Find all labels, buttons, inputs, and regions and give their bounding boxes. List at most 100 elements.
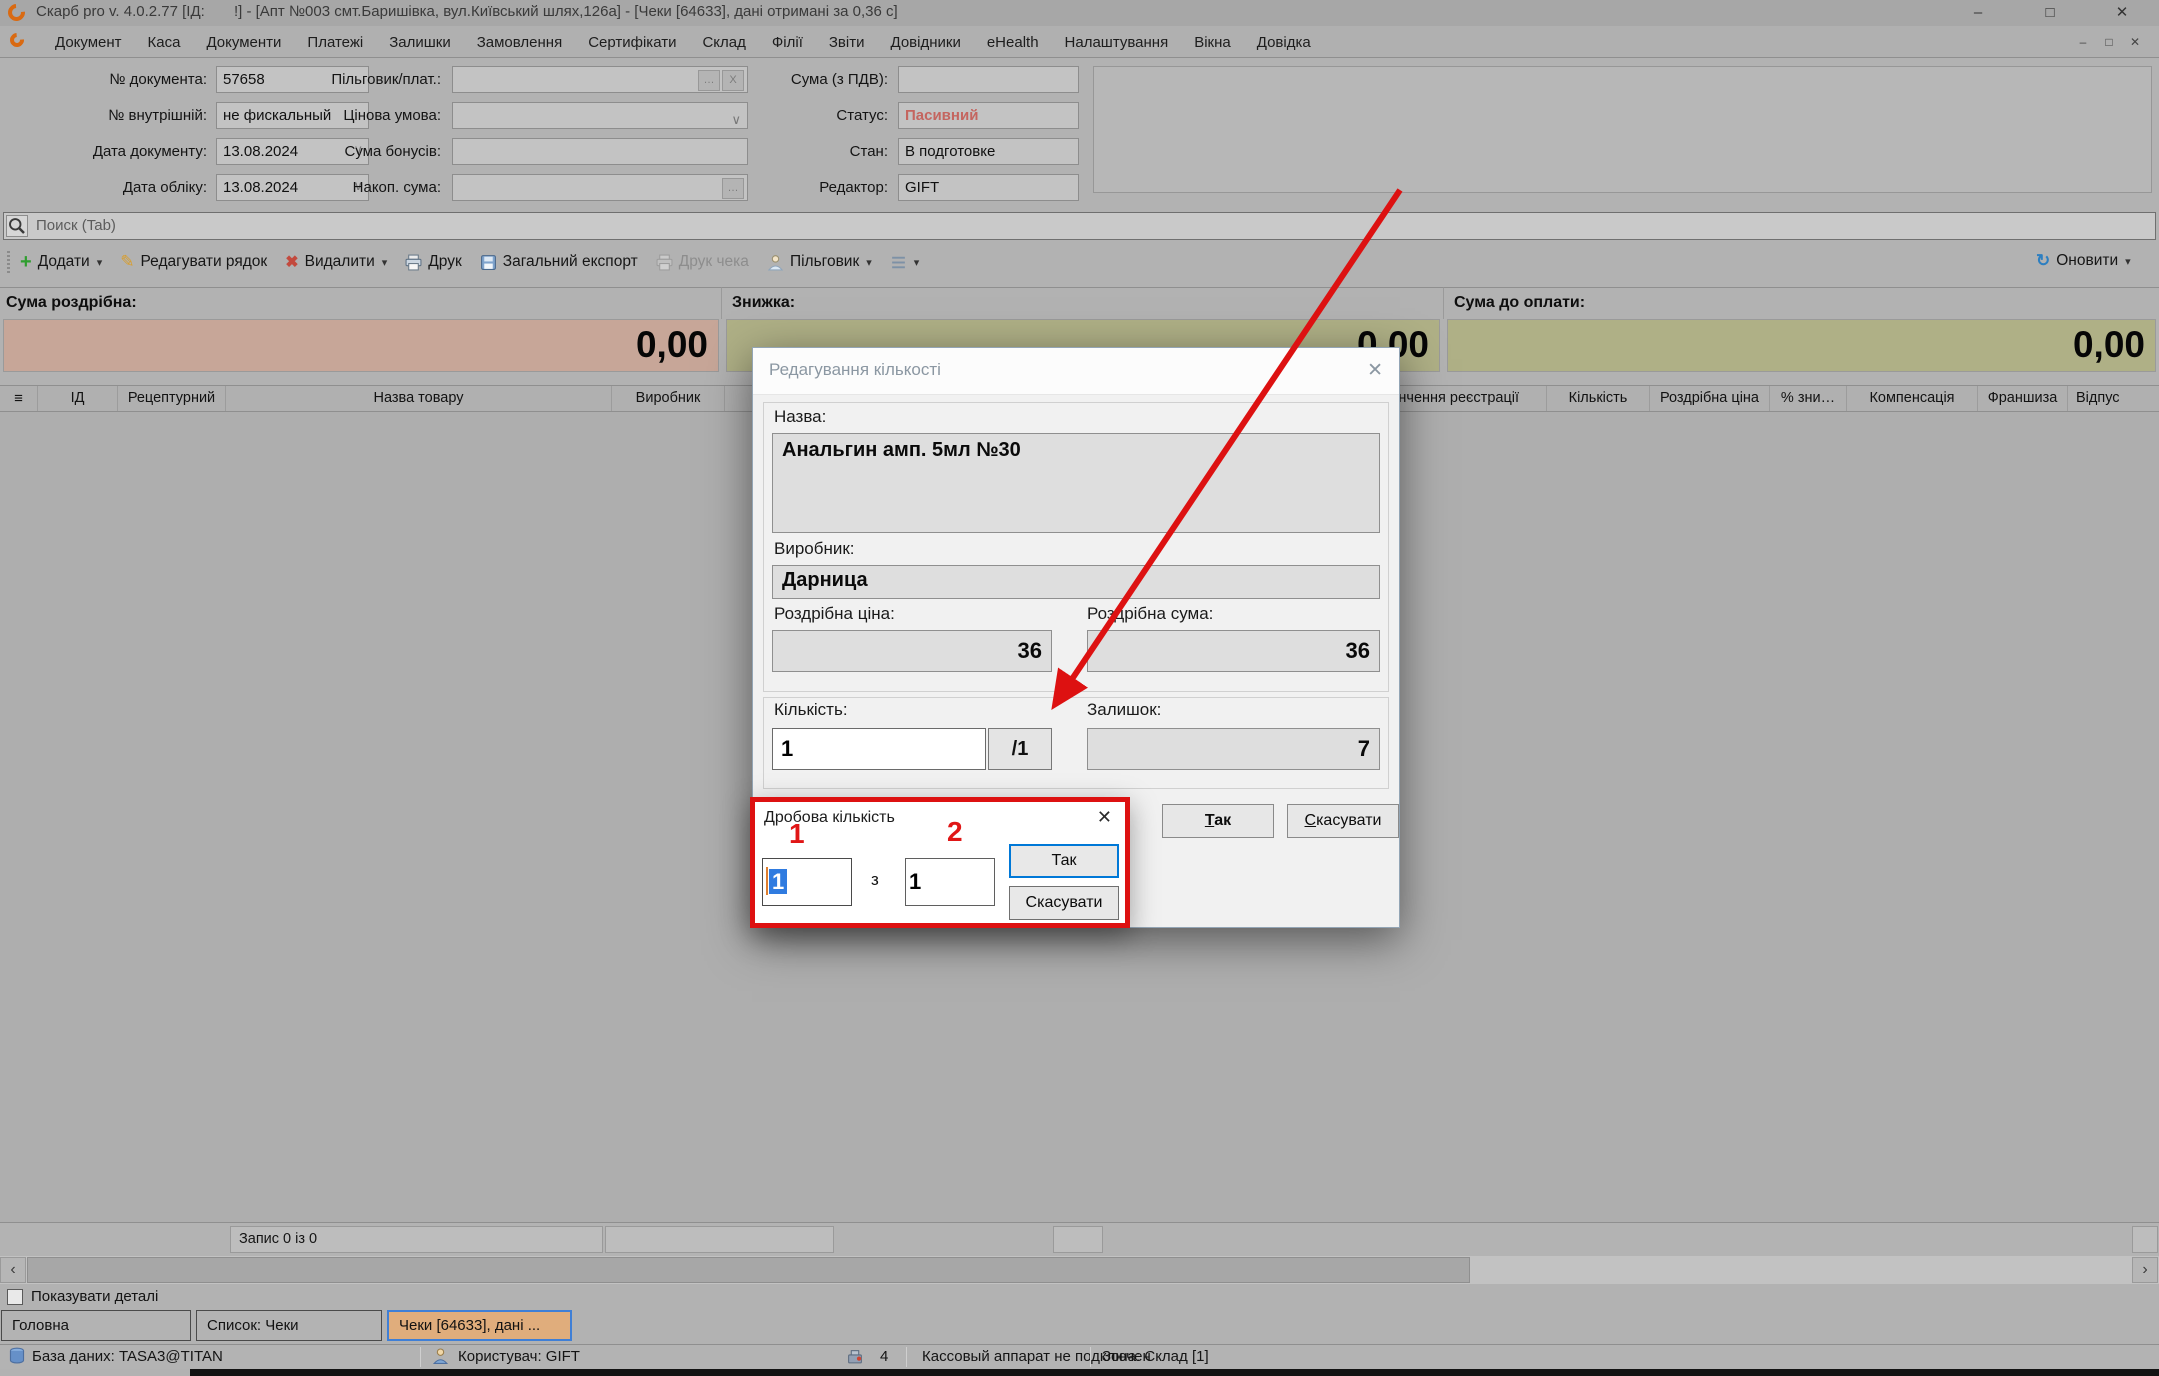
tab-main[interactable]: Головна	[1, 1310, 191, 1341]
fraction-button[interactable]: /1	[988, 728, 1052, 770]
quantity-input[interactable]	[772, 728, 986, 770]
refresh-dropdown-icon[interactable]: ▾	[2125, 255, 2131, 268]
scroll-right-button[interactable]: ›	[2132, 1257, 2158, 1283]
retail-sum-value: 0,00	[3, 319, 719, 372]
text-caret	[766, 867, 768, 895]
database-status: База даних: TASA3@TITAN	[32, 1348, 223, 1365]
window-minimize-button[interactable]: –	[1958, 2, 1998, 24]
dialog-ok-button[interactable]: Так	[1162, 804, 1274, 838]
fraction-ok-button[interactable]: Так	[1009, 844, 1119, 878]
record-box-3	[1053, 1226, 1103, 1253]
product-name-box: Анальгин амп. 5мл №30	[772, 433, 1380, 533]
col-retail-price[interactable]: Роздрібна ціна	[1650, 386, 1770, 411]
bonus-sum-label: Сума бонусів:	[300, 138, 441, 165]
menu-item-orders[interactable]: Замовлення	[466, 30, 573, 55]
dialog-close-icon[interactable]: ✕	[1367, 359, 1383, 382]
col-id[interactable]: ІД	[38, 386, 118, 411]
menu-item-certificates[interactable]: Сертифікати	[577, 30, 687, 55]
col-discount-percent[interactable]: % зни…	[1770, 386, 1847, 411]
list-settings-dropdown-icon[interactable]: ▾	[914, 256, 920, 269]
retail-sum-label: Роздрібна сума:	[1087, 604, 1213, 624]
print-button[interactable]: Друк	[405, 253, 461, 271]
status-field: Пасивний	[898, 102, 1079, 129]
delete-button[interactable]: ✖ Видалити ▾	[285, 252, 387, 272]
grip-column-icon[interactable]: ≡	[0, 386, 38, 411]
bonus-sum-field[interactable]	[452, 138, 748, 165]
menu-item-help[interactable]: Довідка	[1246, 30, 1322, 55]
menu-item-documents[interactable]: Документи	[195, 30, 292, 55]
beneficiary-button[interactable]: Пільговик ▾	[767, 253, 872, 271]
price-condition-field[interactable]: ∨	[452, 102, 748, 129]
show-details-checkbox[interactable]	[7, 1289, 23, 1305]
menu-item-ehealth[interactable]: eHealth	[976, 30, 1050, 55]
beneficiary-dropdown-icon[interactable]: ▾	[866, 256, 872, 269]
fraction-cancel-button[interactable]: Скасувати	[1009, 886, 1119, 920]
name-label: Назва:	[774, 407, 826, 427]
col-product-name[interactable]: Назва товару	[226, 386, 612, 411]
mdi-minimize-button[interactable]: –	[2072, 34, 2094, 51]
tab-list-receipts[interactable]: Список: Чеки	[196, 1310, 382, 1341]
export-button[interactable]: Загальний експорт	[480, 253, 638, 271]
col-dispense[interactable]: Відпус	[2068, 386, 2159, 411]
bottom-tabs: Головна Список: Чеки Чеки [64633], дані …	[0, 1309, 2159, 1344]
edit-row-button[interactable]: ✎ Редагувати рядок	[120, 252, 267, 272]
horizontal-scrollbar[interactable]: ‹ ›	[0, 1256, 2159, 1284]
scrollbar-thumb[interactable]	[27, 1257, 1470, 1283]
list-settings-button[interactable]: ▾	[890, 254, 920, 271]
menu-item-document[interactable]: Документ	[44, 30, 133, 55]
numerator-input[interactable]: 1	[762, 858, 852, 906]
record-corner-box	[2132, 1226, 2158, 1253]
taskbar-strip	[190, 1369, 2159, 1376]
add-button[interactable]: + Додати ▾	[20, 253, 102, 271]
window-close-button[interactable]: ✕	[2102, 2, 2142, 24]
delete-dropdown-icon[interactable]: ▾	[382, 256, 388, 269]
beneficiary-browse-button[interactable]: …	[698, 70, 720, 91]
toolbar: + Додати ▾ ✎ Редагувати рядок ✖ Видалити…	[0, 243, 2159, 281]
tab-receipts-active[interactable]: Чеки [64633], дані ...	[387, 1310, 572, 1341]
show-details-label: Показувати деталі	[31, 1288, 158, 1305]
menu-item-reports[interactable]: Звіти	[818, 30, 876, 55]
menu-item-stock[interactable]: Залишки	[378, 30, 462, 55]
col-compensation[interactable]: Компенсація	[1847, 386, 1978, 411]
cash-register-icon	[846, 1348, 864, 1365]
print-receipt-button[interactable]: Друк чека	[656, 253, 749, 271]
menu-item-windows[interactable]: Вікна	[1183, 30, 1242, 55]
refresh-button[interactable]: ↻ Оновити ▾	[2036, 251, 2131, 271]
beneficiary-field[interactable]: … X	[452, 66, 748, 93]
col-manufacturer[interactable]: Виробник	[612, 386, 725, 411]
fraction-dialog-close-icon[interactable]: ✕	[1097, 807, 1112, 828]
menu-item-branches[interactable]: Філії	[761, 30, 814, 55]
menu-item-settings[interactable]: Налаштування	[1054, 30, 1180, 55]
sum-vat-field[interactable]	[898, 66, 1079, 93]
toolbar-grip-handle[interactable]	[7, 251, 10, 273]
search-bar[interactable]: Поиск (Tab)	[3, 212, 2156, 240]
accum-sum-field[interactable]: …	[452, 174, 748, 201]
col-franchise[interactable]: Франшиза	[1978, 386, 2068, 411]
state-field: В подготовке	[898, 138, 1079, 165]
mdi-restore-button[interactable]: □	[2098, 34, 2120, 51]
discount-header: Знижка:	[722, 287, 1444, 319]
stock-label: Залишок:	[1087, 700, 1161, 720]
editor-field: GIFT	[898, 174, 1079, 201]
col-prescription[interactable]: Рецептурний	[118, 386, 226, 411]
dialog-title-bar[interactable]: Редагування кількості ✕	[753, 348, 1399, 395]
denominator-input[interactable]: 1	[905, 858, 995, 906]
menu-item-payments[interactable]: Платежі	[296, 30, 374, 55]
col-quantity[interactable]: Кількість	[1547, 386, 1650, 411]
status-bar: База даних: TASA3@TITAN Користувач: GIFT…	[0, 1344, 2159, 1369]
menu-item-warehouse[interactable]: Склад	[691, 30, 756, 55]
mdi-close-button[interactable]: ✕	[2124, 34, 2146, 51]
window-maximize-button[interactable]: □	[2030, 2, 2070, 24]
payable-sum-header: Сума до оплати:	[1444, 287, 2159, 319]
add-dropdown-icon[interactable]: ▾	[97, 256, 103, 269]
menu-item-directories[interactable]: Довідники	[880, 30, 972, 55]
search-input[interactable]: Поиск (Tab)	[36, 217, 116, 234]
accum-sum-label: Накоп. сума:	[300, 174, 441, 201]
user-status: Користувач: GIFT	[458, 1348, 580, 1365]
app-logo-icon	[5, 1, 29, 25]
doc-number-label: № документа:	[20, 66, 207, 93]
window-title: Скарб pro v. 4.0.2.77 [ІД: !] - [Апт №00…	[36, 3, 898, 20]
dialog-cancel-button[interactable]: Скасувати	[1287, 804, 1399, 838]
menu-item-kasa[interactable]: Каса	[137, 30, 192, 55]
scroll-left-button[interactable]: ‹	[0, 1257, 26, 1283]
